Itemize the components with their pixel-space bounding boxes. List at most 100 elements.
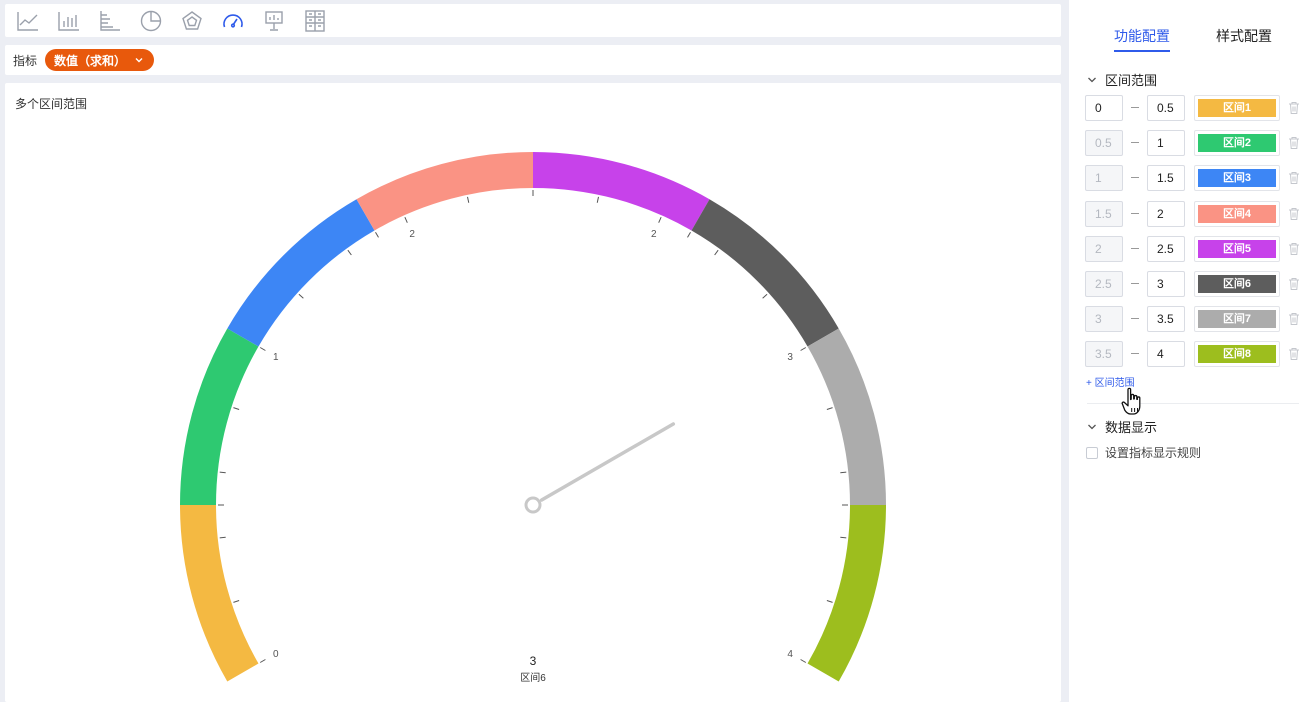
- trash-icon[interactable]: [1288, 277, 1300, 291]
- range-from-input[interactable]: 1.5: [1085, 200, 1123, 227]
- trash-icon[interactable]: [1288, 136, 1300, 150]
- gauge-tick-label: 0: [273, 649, 279, 660]
- chevron-down-icon: [135, 58, 143, 63]
- gauge-value-label: 3: [530, 654, 537, 668]
- gauge-band-1: [180, 505, 259, 682]
- range-color-swatch[interactable]: 区间7: [1194, 306, 1280, 333]
- range-name: 区间5: [1198, 239, 1276, 258]
- gauge-band-label: 区间6: [520, 671, 546, 684]
- gauge-needle-pivot: [524, 496, 542, 514]
- range-from-input[interactable]: 0: [1085, 95, 1123, 121]
- chart-panel: 多个区间范围 0 1 2 2 3 4 3 区间6: [5, 83, 1061, 702]
- gauge-tick: [298, 293, 304, 299]
- gauge-tick-label: 2: [651, 229, 657, 240]
- range-dash: [1131, 283, 1139, 284]
- metric-label: 指标: [13, 53, 38, 68]
- range-dash: [1131, 318, 1139, 320]
- data-display-section-header[interactable]: 数据显示: [1087, 417, 1157, 436]
- gauge-band-5: [533, 152, 710, 231]
- range-to-input[interactable]: 0.5: [1147, 95, 1185, 121]
- range-row: 0.5 1 区间2: [1085, 130, 1305, 157]
- range-color-swatch[interactable]: 区间8: [1194, 341, 1280, 368]
- range-color-swatch[interactable]: 区间1: [1194, 95, 1280, 121]
- gauge-needle: [539, 422, 676, 502]
- range-row: 0 0.5 区间1: [1085, 95, 1305, 121]
- range-to-input[interactable]: 1.5: [1147, 165, 1185, 192]
- range-color-swatch[interactable]: 区间2: [1194, 130, 1280, 157]
- range-to-input[interactable]: 3.5: [1147, 306, 1185, 333]
- range-from-input[interactable]: 2.5: [1085, 271, 1123, 297]
- gauge-tick-label: 4: [787, 649, 793, 660]
- gauge-tick: [714, 249, 719, 256]
- gauge-tick: [347, 249, 352, 256]
- trash-icon[interactable]: [1288, 101, 1300, 115]
- bar-chart-icon[interactable]: [54, 8, 84, 34]
- tab-style-config[interactable]: 样式配置: [1216, 26, 1272, 46]
- gauge-chart: 0 1 2 2 3 4 3 区间6: [180, 152, 886, 684]
- radar-chart-icon[interactable]: [177, 8, 207, 34]
- line-chart-icon[interactable]: [13, 8, 43, 34]
- gauge-tick: [219, 471, 226, 474]
- gauge-tick: [658, 217, 662, 223]
- range-color-swatch[interactable]: 区间3: [1194, 165, 1280, 192]
- range-section-title: 区间范围: [1105, 73, 1158, 88]
- range-color-swatch[interactable]: 区间5: [1194, 235, 1280, 262]
- range-row: 1.5 2 区间4: [1085, 200, 1305, 227]
- range-dash: [1131, 142, 1139, 144]
- gauge-tick: [233, 407, 240, 410]
- gauge-tick: [233, 600, 240, 603]
- map-board-icon[interactable]: [259, 8, 289, 34]
- range-from-input[interactable]: 3.5: [1085, 341, 1123, 368]
- range-name: 区间4: [1198, 204, 1276, 223]
- trash-icon[interactable]: [1288, 242, 1300, 256]
- gauge-tick: [687, 231, 691, 238]
- range-section-header[interactable]: 区间范围: [1087, 70, 1157, 89]
- range-to-input[interactable]: 2: [1147, 200, 1185, 227]
- range-row: 2 2.5 区间5: [1085, 235, 1305, 262]
- gauge-band-8: [807, 505, 886, 682]
- range-dash: [1131, 107, 1139, 108]
- gauge-tick: [596, 196, 599, 203]
- display-rule-checkbox[interactable]: [1086, 446, 1098, 459]
- gauge-tick: [762, 293, 768, 299]
- range-dash: [1131, 177, 1139, 179]
- range-color-swatch[interactable]: 区间6: [1194, 271, 1280, 297]
- pivot-table-icon[interactable]: [300, 8, 330, 34]
- range-from-input[interactable]: 2: [1085, 235, 1123, 262]
- tab-function-config[interactable]: 功能配置: [1114, 26, 1170, 52]
- gauge-band-6: [691, 199, 839, 347]
- gauge-chart-icon[interactable]: [218, 8, 248, 34]
- range-to-input[interactable]: 4: [1147, 341, 1185, 368]
- metric-bar: 指标 数值（求和）: [5, 45, 1061, 75]
- range-to-input[interactable]: 1: [1147, 130, 1185, 157]
- gauge-tick: [467, 196, 470, 203]
- range-dash: [1131, 212, 1139, 214]
- metric-pill-label: 数值（求和）: [54, 53, 127, 68]
- range-from-input[interactable]: 0.5: [1085, 130, 1123, 157]
- range-to-input[interactable]: 3: [1147, 271, 1185, 297]
- range-name: 区间1: [1198, 99, 1276, 117]
- metric-pill[interactable]: 数值（求和）: [45, 49, 155, 71]
- range-row: 1 1.5 区间3: [1085, 165, 1305, 192]
- gauge-tick-label: 2: [409, 229, 415, 240]
- range-from-input[interactable]: 3: [1085, 306, 1123, 333]
- trash-icon[interactable]: [1288, 171, 1300, 185]
- chevron-down-icon: [1088, 77, 1096, 82]
- gauge-tick: [826, 600, 833, 603]
- trash-icon[interactable]: [1288, 207, 1300, 221]
- gauge-tick-label: 3: [787, 352, 793, 363]
- gauge-tick: [800, 659, 807, 663]
- trash-icon[interactable]: [1288, 347, 1300, 361]
- range-to-input[interactable]: 2.5: [1147, 235, 1185, 262]
- gauge-tick: [259, 659, 266, 663]
- horizontal-bar-chart-icon[interactable]: [95, 8, 125, 34]
- trash-icon[interactable]: [1288, 312, 1300, 326]
- range-dash: [1131, 247, 1139, 249]
- range-row: 3.5 4 区间8: [1085, 341, 1305, 368]
- pie-chart-icon[interactable]: [136, 8, 166, 34]
- range-from-input[interactable]: 1: [1085, 165, 1123, 192]
- range-row: 2.5 3 区间6: [1085, 271, 1305, 297]
- range-color-swatch[interactable]: 区间4: [1194, 200, 1280, 227]
- range-row: 3 3.5 区间7: [1085, 306, 1305, 333]
- display-rule-row: 设置指标显示规则: [1086, 444, 1201, 461]
